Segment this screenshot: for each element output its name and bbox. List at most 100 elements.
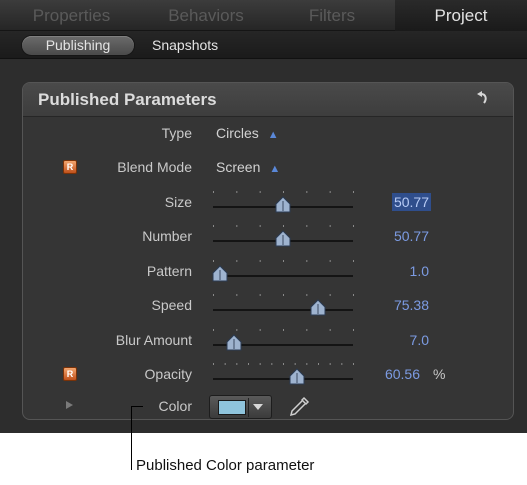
callout-label: Published Color parameter bbox=[136, 457, 315, 474]
number-label: Number bbox=[142, 228, 192, 244]
slider-tick bbox=[294, 363, 296, 365]
blend-mode-value: Screen bbox=[216, 159, 261, 175]
tab-project[interactable]: Project bbox=[395, 0, 527, 31]
tab-behaviors[interactable]: Behaviors bbox=[143, 0, 269, 31]
rig-badge: R bbox=[63, 367, 77, 381]
slider-tick bbox=[283, 363, 284, 365]
type-label: Type bbox=[161, 125, 192, 141]
slider-tick bbox=[259, 191, 261, 193]
slider-tick bbox=[283, 329, 284, 331]
reset-arrow-icon[interactable] bbox=[474, 91, 490, 107]
inspector-tabbar: Properties Behaviors Filters Project bbox=[0, 0, 527, 31]
speed-label: Speed bbox=[151, 297, 192, 313]
slider-track bbox=[213, 378, 353, 380]
rig-badge: R bbox=[63, 160, 77, 174]
slider-tick bbox=[353, 260, 354, 262]
size-slider[interactable] bbox=[206, 189, 360, 217]
slider-tick bbox=[318, 363, 319, 365]
pattern-label: Pattern bbox=[146, 263, 192, 279]
callout-leader-horizontal bbox=[131, 406, 143, 407]
slider-tick bbox=[236, 294, 238, 296]
color-swatch[interactable] bbox=[218, 400, 246, 415]
subtab-snapshots[interactable]: Snapshots bbox=[152, 36, 218, 55]
slider-tick bbox=[306, 191, 308, 193]
param-row-blend-mode: R Blend Mode Screen ▲︎ bbox=[23, 150, 513, 186]
slider-tick bbox=[213, 260, 214, 262]
slider-track bbox=[213, 275, 353, 277]
tab-filters[interactable]: Filters bbox=[269, 0, 395, 31]
slider-tick bbox=[259, 329, 261, 331]
tab-behaviors-label: Behaviors bbox=[168, 6, 244, 25]
slider-tick bbox=[306, 260, 308, 262]
slider-graphic bbox=[213, 191, 354, 213]
color-label: Color bbox=[158, 398, 192, 414]
slider-tick bbox=[306, 363, 308, 365]
blur-amount-value-field[interactable]: 7.0 bbox=[408, 331, 431, 349]
tab-filters-label: Filters bbox=[308, 6, 356, 25]
param-row-type: Type Circles ▲︎ bbox=[23, 116, 513, 152]
slider-tick bbox=[329, 225, 331, 227]
slider-tick bbox=[271, 363, 273, 365]
opacity-label: Opacity bbox=[144, 366, 192, 382]
slider-tick bbox=[248, 363, 249, 365]
type-popup[interactable]: Circles ▲︎ bbox=[216, 125, 279, 141]
slider-tick bbox=[353, 225, 354, 227]
eyedropper-icon[interactable] bbox=[287, 395, 311, 419]
tab-properties[interactable]: Properties bbox=[0, 0, 143, 31]
chevron-down-icon[interactable] bbox=[253, 404, 263, 410]
color-well-divider bbox=[248, 398, 249, 417]
slider-knob-line bbox=[282, 201, 284, 211]
slider-track bbox=[213, 309, 353, 311]
slider-knob-line bbox=[233, 339, 235, 349]
slider-knob-line bbox=[282, 235, 284, 245]
disclosure-triangle-icon[interactable] bbox=[66, 401, 73, 409]
slider-tick bbox=[236, 225, 238, 227]
slider-tick bbox=[353, 294, 354, 296]
slider-tick bbox=[213, 363, 214, 365]
pattern-slider[interactable] bbox=[206, 258, 360, 286]
param-row-opacity: R Opacity 60.56 % bbox=[23, 357, 513, 393]
speed-slider[interactable] bbox=[206, 292, 360, 320]
param-row-speed: Speed 75.38 bbox=[23, 288, 513, 324]
slider-tick bbox=[283, 260, 284, 262]
slider-tick bbox=[213, 294, 214, 296]
number-slider[interactable] bbox=[206, 223, 360, 251]
tab-properties-label: Properties bbox=[32, 6, 111, 25]
slider-tick bbox=[236, 260, 238, 262]
slider-tick bbox=[329, 191, 331, 193]
slider-tick bbox=[213, 225, 214, 227]
blend-mode-popup[interactable]: Screen ▲︎ bbox=[216, 159, 280, 175]
slider-tick bbox=[224, 363, 226, 365]
opacity-value-field[interactable]: 60.56 bbox=[383, 365, 422, 383]
slider-tick bbox=[283, 294, 284, 296]
opacity-slider[interactable] bbox=[206, 361, 360, 389]
color-well[interactable] bbox=[209, 395, 272, 419]
panel-header: Published Parameters bbox=[23, 83, 513, 117]
slider-tick bbox=[329, 260, 331, 262]
slider-tick bbox=[236, 191, 238, 193]
subtab-publishing[interactable]: Publishing bbox=[22, 36, 134, 55]
project-subtabs: Publishing Snapshots bbox=[0, 31, 527, 59]
popup-arrows-icon: ▲︎ bbox=[267, 129, 279, 141]
slider-tick bbox=[341, 363, 343, 365]
slider-tick bbox=[259, 294, 261, 296]
blur-amount-label: Blur Amount bbox=[115, 332, 192, 348]
slider-graphic bbox=[213, 294, 354, 316]
number-value-field[interactable]: 50.77 bbox=[392, 227, 431, 245]
callout-leader-vertical bbox=[131, 406, 132, 470]
slider-tick bbox=[259, 363, 261, 365]
slider-tick bbox=[236, 329, 238, 331]
param-row-blur-amount: Blur Amount 7.0 bbox=[23, 323, 513, 359]
blur-amount-slider[interactable] bbox=[206, 327, 360, 355]
slider-tick bbox=[306, 225, 308, 227]
slider-tick bbox=[306, 329, 308, 331]
slider-tick bbox=[283, 191, 284, 193]
published-parameters-panel: Published Parameters Type Circles ▲︎ R Bl… bbox=[22, 82, 514, 420]
size-value-field[interactable]: 50.77 bbox=[391, 193, 431, 211]
pattern-value-field[interactable]: 1.0 bbox=[408, 262, 431, 280]
slider-tick bbox=[213, 329, 214, 331]
slider-graphic bbox=[212, 260, 354, 282]
speed-value-field[interactable]: 75.38 bbox=[392, 296, 431, 314]
tab-project-label: Project bbox=[434, 6, 488, 25]
slider-graphic bbox=[213, 363, 354, 385]
